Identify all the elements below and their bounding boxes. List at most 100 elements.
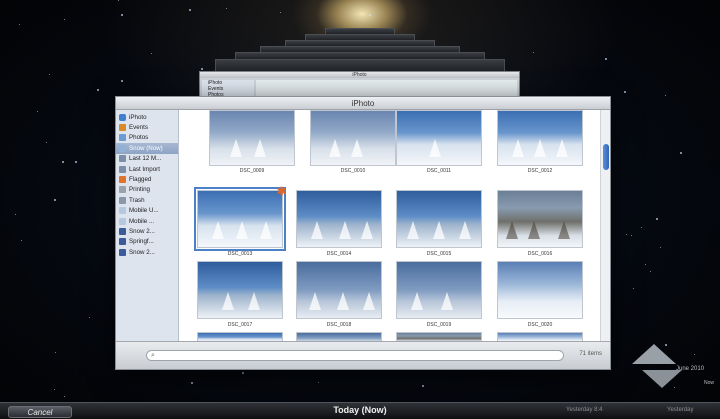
photo-thumbnail[interactable] (396, 110, 482, 166)
photo-thumbnail[interactable] (197, 261, 283, 319)
star (633, 288, 634, 289)
photo-label: DSC_0019 (426, 322, 452, 328)
star (15, 214, 16, 215)
star (242, 372, 244, 374)
sidebar-item-mobileme-1[interactable]: Mobile U... (116, 206, 178, 216)
photo-thumbnail[interactable] (296, 261, 382, 319)
timeline-date: June 2010 (676, 366, 705, 372)
source-list: iPhoto Events Photos Snow (Now) Last 12 … (116, 110, 179, 341)
photo-thumbnail[interactable] (396, 261, 482, 319)
star (89, 317, 90, 318)
star (318, 382, 319, 383)
photo-thumbnail[interactable] (497, 110, 583, 166)
star (656, 218, 658, 220)
window-title: iPhoto (116, 97, 610, 110)
star (226, 8, 227, 9)
sidebar-item-last-12-months[interactable]: Last 12 M... (116, 154, 178, 164)
star (97, 89, 99, 91)
facebook-icon (119, 238, 126, 246)
photos-icon (119, 134, 126, 142)
star (645, 264, 646, 265)
star (660, 247, 661, 248)
sidebar-item-flagged[interactable]: Flagged (116, 174, 178, 184)
star (62, 161, 64, 163)
star (19, 24, 20, 25)
sidebar-item-facebook-1[interactable]: Snow 2... (116, 226, 178, 236)
mobileme-icon (119, 217, 126, 225)
star (650, 271, 651, 272)
sidebar-item-facebook-3[interactable]: Snow 2... (116, 247, 178, 257)
photo-thumbnail[interactable] (497, 190, 583, 248)
star (64, 19, 65, 20)
timeline-tick[interactable]: Yesterday 8:4 (566, 407, 602, 413)
photo-label: DSC_0011 (426, 168, 452, 174)
timeline-now: Now (704, 380, 715, 386)
star (189, 9, 191, 11)
events-icon (119, 124, 126, 132)
star (64, 396, 65, 397)
sidebar-item-last-import[interactable]: Last Import (116, 164, 178, 174)
photo-label: DSC_0015 (426, 251, 452, 257)
star (641, 227, 642, 228)
star (533, 52, 534, 53)
photo-label: DSC_0014 (326, 251, 352, 257)
vertical-scrollbar[interactable] (600, 110, 610, 341)
star (422, 385, 424, 387)
sidebar-item-mobileme-2[interactable]: Mobile ... (116, 216, 178, 226)
item-count: 71 items (579, 351, 602, 357)
star (55, 352, 56, 353)
photo-thumbnail[interactable] (497, 261, 583, 319)
photo-thumbnail[interactable] (296, 332, 382, 341)
sidebar-item-photos[interactable]: Photos (116, 133, 178, 143)
star (121, 14, 123, 16)
photo-thumbnail[interactable] (197, 332, 283, 341)
star (121, 80, 123, 82)
trash-icon (119, 196, 126, 204)
iphoto-icon (119, 113, 126, 121)
star (631, 235, 632, 236)
star (694, 354, 695, 355)
photo-label: DSC_0018 (326, 322, 352, 328)
back-window-title: iPhoto (200, 72, 519, 78)
scroll-thumb[interactable] (603, 144, 609, 170)
star (54, 389, 55, 390)
star (605, 58, 607, 60)
backup-stack-layer[interactable] (215, 59, 505, 71)
facebook-icon (119, 227, 126, 235)
photo-grid: DSC_0009 DSC_0010 DSC_0011 DSC_0012 DSC_… (180, 110, 600, 341)
arrow-up-icon[interactable] (632, 344, 676, 364)
time-machine-bar: Cancel Today (Now) Yesterday 8:4 Yesterd… (0, 402, 720, 419)
sidebar-item-facebook-2[interactable]: Springf... (116, 237, 178, 247)
timeline-tick[interactable]: Yesterday (667, 407, 693, 413)
photo-thumbnail[interactable] (497, 332, 583, 341)
photo-thumbnail[interactable] (396, 190, 482, 248)
iphoto-window: iPhoto iPhoto Events Photos Snow (Now) L… (115, 96, 611, 370)
sidebar-item-iphoto[interactable]: iPhoto (116, 112, 178, 122)
sidebar-item-events[interactable]: Events (116, 122, 178, 132)
photo-thumbnail[interactable] (310, 110, 396, 166)
sidebar-item-trash[interactable]: Trash (116, 195, 178, 205)
mobileme-icon (119, 207, 126, 215)
star (680, 152, 682, 154)
photo-thumbnail[interactable] (209, 110, 295, 166)
photo-thumbnail[interactable] (296, 190, 382, 248)
import-icon (119, 165, 126, 173)
current-time-label: Today (Now) (333, 405, 387, 415)
arrow-down-icon[interactable] (642, 370, 682, 388)
star (75, 161, 77, 163)
photo-thumbnail[interactable] (396, 332, 482, 341)
album-icon (119, 144, 126, 152)
photo-thumbnail-selected[interactable] (194, 187, 286, 251)
star (191, 382, 193, 384)
photo-label: DSC_0016 (527, 251, 553, 257)
star (201, 68, 203, 70)
sidebar-item-snow[interactable]: Snow (Now) (116, 143, 178, 154)
search-field[interactable]: ⌕ (146, 350, 564, 361)
photo-label: DSC_0009 (239, 168, 265, 174)
star (54, 199, 56, 201)
calendar-icon (119, 155, 126, 163)
sidebar-item-printing[interactable]: Printing (116, 185, 178, 195)
photo-label: DSC_0017 (227, 322, 253, 328)
bottom-toolbar: ⌕ 71 items (116, 341, 610, 369)
star (37, 111, 38, 112)
